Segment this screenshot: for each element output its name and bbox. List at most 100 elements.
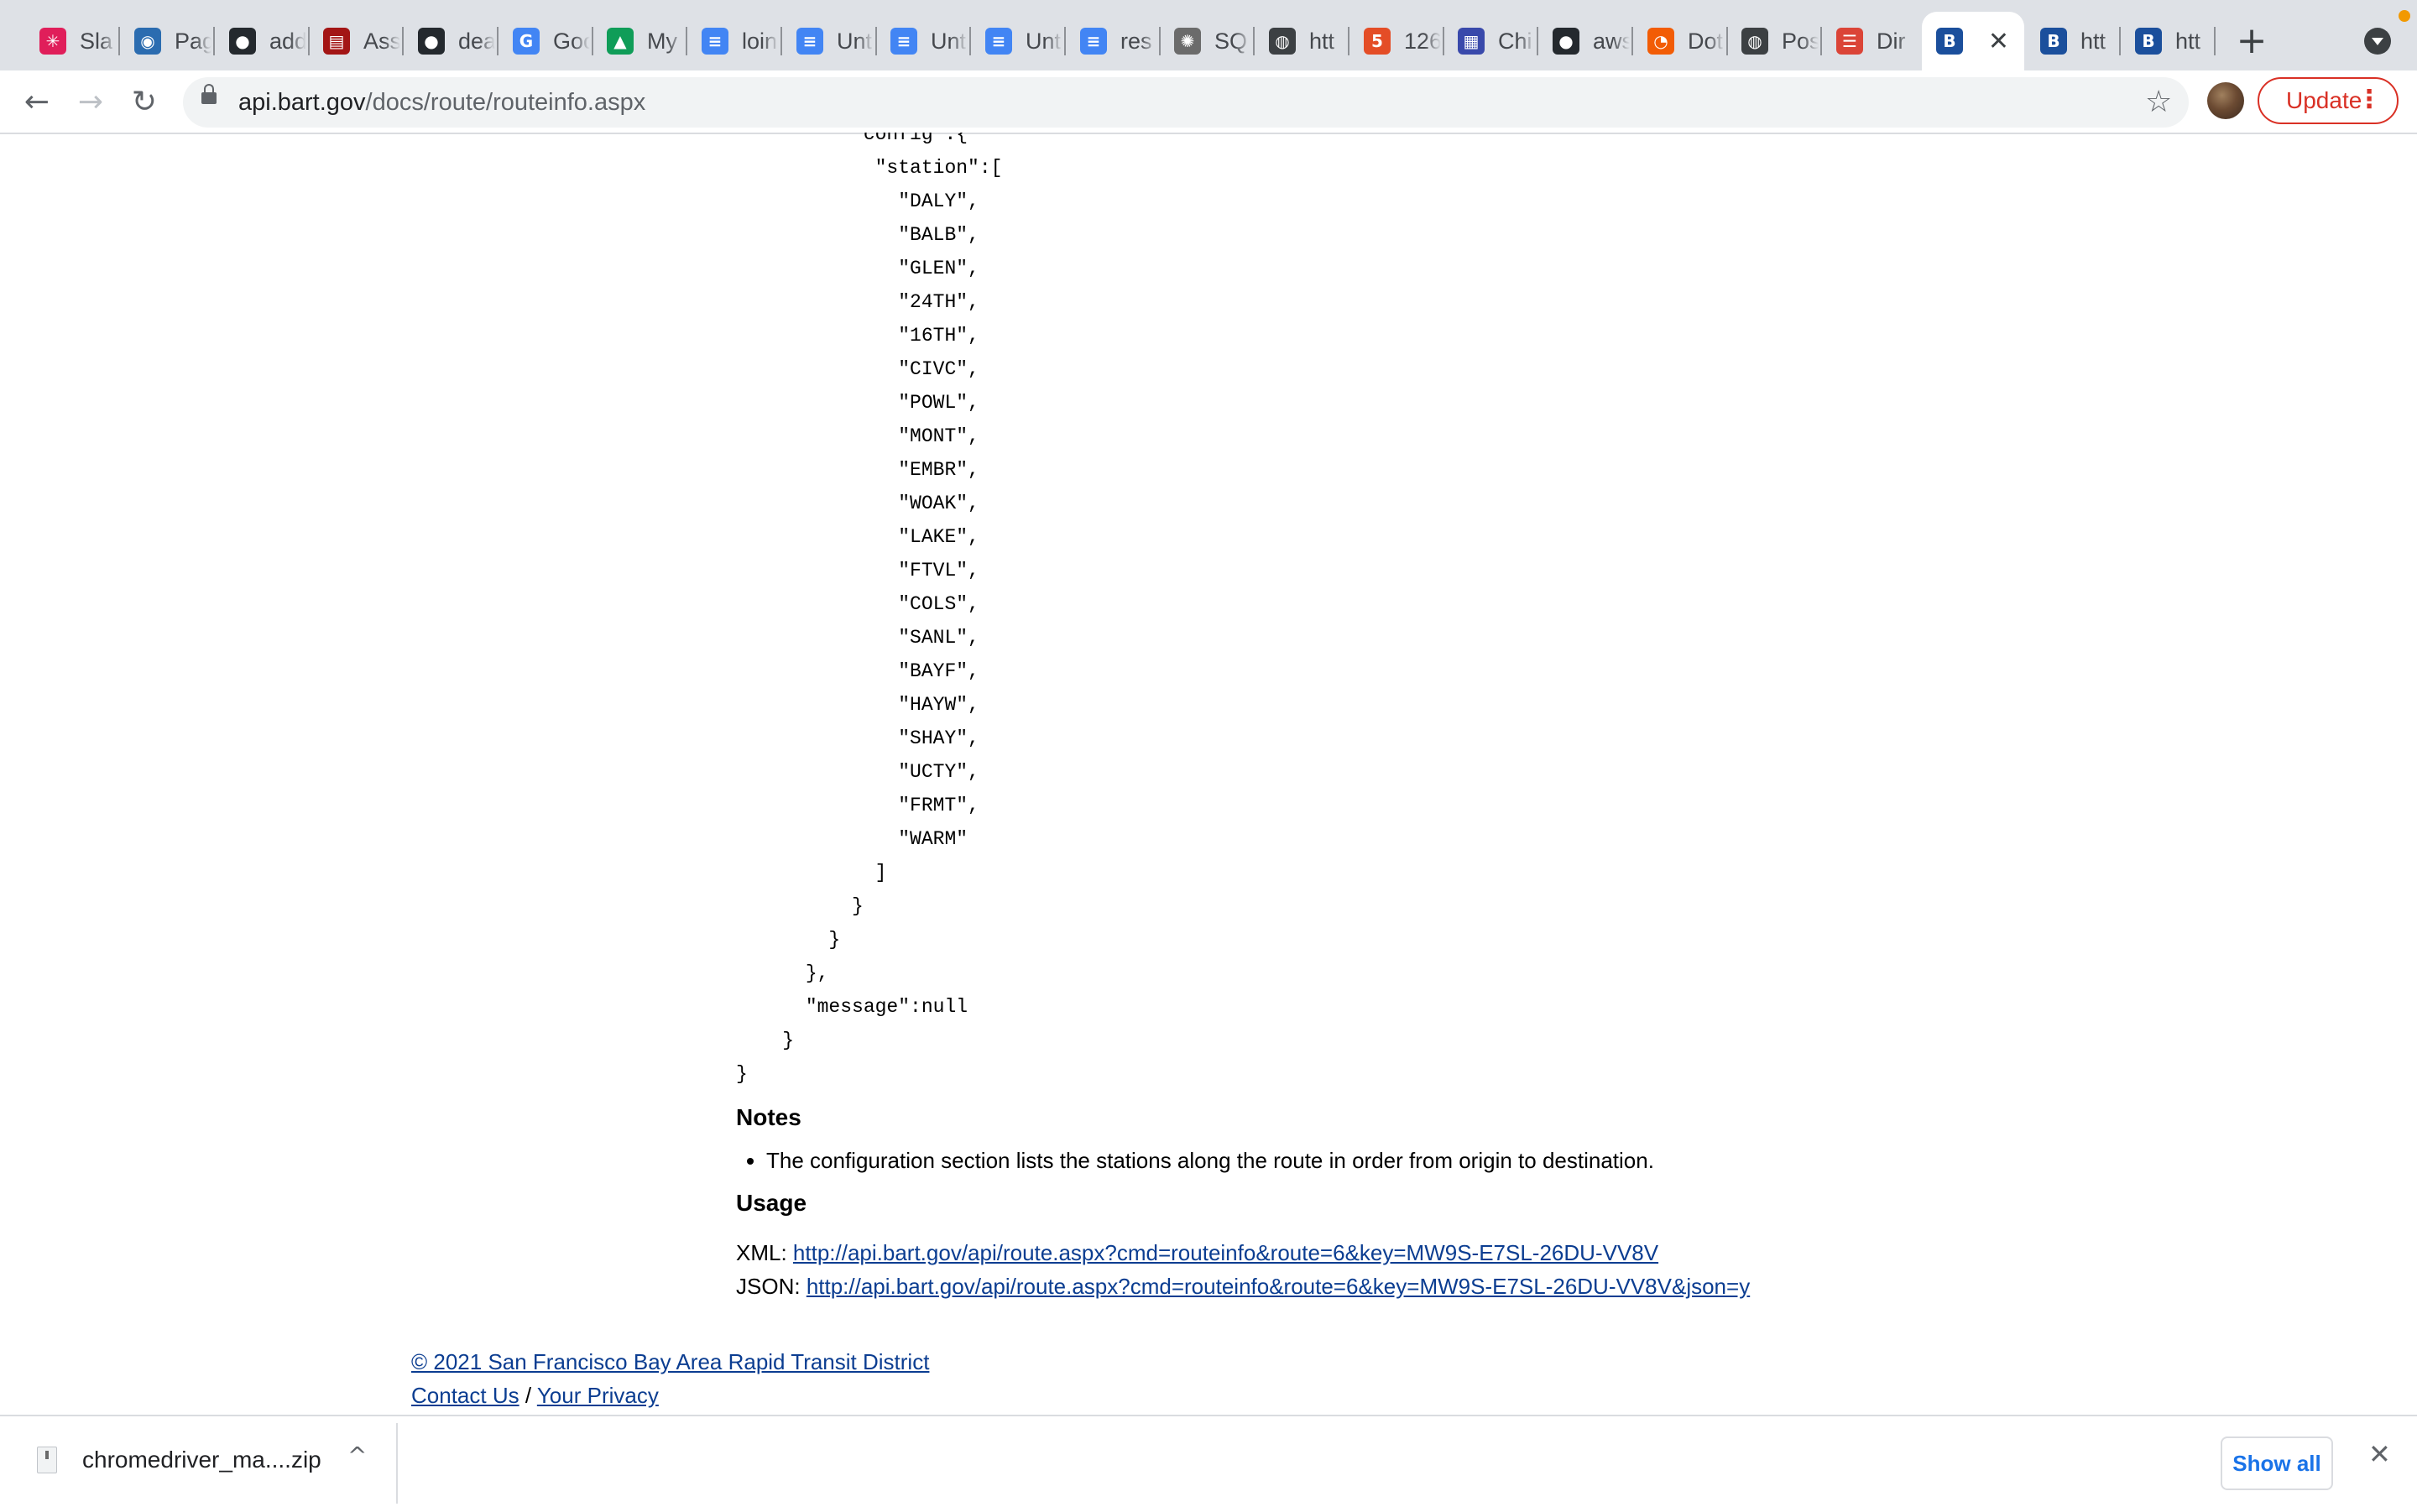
gear-icon: ✺ <box>1174 28 1201 55</box>
tab[interactable]: ▦ Chi <box>1443 13 1538 69</box>
code-line: "SHAY", <box>736 727 979 749</box>
github-icon: ● <box>418 28 445 55</box>
tab-title: My <box>647 28 677 54</box>
bart-icon: B <box>2040 28 2067 55</box>
tab[interactable]: Bhtt <box>2121 13 2216 69</box>
tab-title: dea <box>458 28 495 54</box>
forward-button[interactable]: → <box>70 82 111 123</box>
tab[interactable]: ≡ Unt <box>782 13 877 69</box>
chevron-up-icon[interactable]: ^ <box>347 1442 367 1469</box>
tab[interactable]: Bhtt <box>2026 13 2121 69</box>
tab-title: Pos <box>1782 28 1819 54</box>
tab[interactable]: G Goo <box>499 13 593 69</box>
code-line: "message":null <box>736 996 968 1018</box>
tab[interactable]: ● dea <box>404 13 499 69</box>
menu-dots-icon[interactable]: ⋮ <box>2357 79 2382 121</box>
xml-url-link[interactable]: http://api.bart.gov/api/route.aspx?cmd=r… <box>793 1240 1658 1265</box>
contact-us-link[interactable]: Contact Us <box>411 1383 519 1408</box>
code-line: "WOAK", <box>736 493 979 514</box>
download-filename[interactable]: chromedriver_ma....zip <box>82 1447 321 1473</box>
reload-button[interactable]: ↻ <box>124 82 164 123</box>
google-docs-icon: ≡ <box>796 28 823 55</box>
tab[interactable]: ● add <box>215 13 310 69</box>
code-line: "BAYF", <box>736 660 979 682</box>
code-line: "GLEN", <box>736 258 979 279</box>
download-divider <box>396 1423 398 1504</box>
tab-title: htt <box>1309 28 1335 54</box>
tab-active[interactable]: B ✕ <box>1922 12 2024 70</box>
tab-title: htt <box>2080 28 2106 54</box>
tab-title: SQ <box>1214 28 1248 54</box>
tab[interactable]: ◍ Pos <box>1727 13 1822 69</box>
url-text[interactable]: api.bart.gov/docs/route/routeinfo.aspx <box>238 77 645 128</box>
lock-icon[interactable] <box>201 84 217 104</box>
code-line: } <box>736 895 864 917</box>
your-privacy-link[interactable]: Your Privacy <box>537 1383 659 1408</box>
github-icon: ● <box>229 28 256 55</box>
notes-heading: Notes <box>736 1104 801 1130</box>
code-line: "FRMT", <box>736 795 979 816</box>
tab[interactable]: ● aws <box>1538 13 1633 69</box>
tab[interactable]: ▤ Ass <box>309 13 404 69</box>
github-icon: ● <box>1553 28 1579 55</box>
browser-toolbar: ← → ↻ api.bart.gov/docs/route/routeinfo.… <box>0 70 2417 134</box>
tab[interactable]: ◔ Dot <box>1633 13 1728 69</box>
tab-title: Goo <box>553 28 590 54</box>
address-bar[interactable]: api.bart.gov/docs/route/routeinfo.aspx ☆ <box>183 77 2189 128</box>
code-line: } <box>736 1063 748 1085</box>
profile-avatar[interactable] <box>2207 82 2244 119</box>
tab[interactable]: 5 126 <box>1349 13 1444 69</box>
tab[interactable]: ▲ My <box>593 13 687 69</box>
code-line: "FTVL", <box>736 560 979 581</box>
tab-title: Ass <box>363 28 400 54</box>
notification-dot <box>2399 10 2410 22</box>
update-button[interactable]: Update ⋮ <box>2258 77 2399 124</box>
url-path: /docs/route/routeinfo.aspx <box>365 89 646 116</box>
code-line: "MONT", <box>736 425 979 447</box>
code-line: "SANL", <box>736 627 979 649</box>
code-line: "COLS", <box>736 593 979 615</box>
show-all-button[interactable]: Show all <box>2221 1436 2333 1490</box>
bars-icon: ☰ <box>1836 28 1863 55</box>
tab-search-button[interactable] <box>2364 28 2391 55</box>
tab[interactable]: ✺ SQ <box>1160 13 1255 69</box>
tab-title: Dir <box>1877 28 1906 54</box>
tab[interactable]: ≡ Unt <box>971 13 1066 69</box>
tab-close-icon[interactable]: ✕ <box>1988 27 2009 56</box>
slack-icon: ✳ <box>39 28 66 55</box>
code-line: } <box>736 1030 795 1051</box>
page-content: "config":{ "station":[ "DALY", "BALB", "… <box>0 133 2417 1415</box>
google-docs-icon: ≡ <box>890 28 917 55</box>
tab[interactable]: ≡ res <box>1066 13 1161 69</box>
footer-separator: / <box>525 1383 532 1408</box>
bookmark-star-icon[interactable]: ☆ <box>2145 82 2172 123</box>
copyright-link[interactable]: © 2021 San Francisco Bay Area Rapid Tran… <box>411 1349 929 1374</box>
tab-title: Dot <box>1688 28 1724 54</box>
tab-title: Unt <box>1026 28 1062 54</box>
tab-title: Unt <box>837 28 873 54</box>
tab-title: Sla <box>80 28 113 54</box>
close-shelf-icon[interactable]: ✕ <box>2368 1438 2391 1470</box>
html5-icon: 5 <box>1364 28 1391 55</box>
tab[interactable]: ☰ Dir <box>1822 13 1917 69</box>
tab[interactable]: ≡ loin <box>687 13 782 69</box>
tab[interactable]: ◉ Pag <box>120 13 215 69</box>
new-tab-button[interactable]: + <box>2231 20 2273 62</box>
json-url-link[interactable]: http://api.bart.gov/api/route.aspx?cmd=r… <box>807 1274 1750 1299</box>
google-drive-icon: ▲ <box>607 28 634 55</box>
code-line: ] <box>736 862 887 884</box>
footer-links-line: Contact Us / Your Privacy <box>411 1383 659 1409</box>
code-line: "BALB", <box>736 224 979 246</box>
tab[interactable]: ✳ Sla <box>25 13 120 69</box>
globe-icon: ◍ <box>1269 28 1296 55</box>
tab[interactable]: ≡ Unt <box>876 13 971 69</box>
code-line: "24TH", <box>736 291 979 313</box>
tab-title: htt <box>2175 28 2201 54</box>
json-label: JSON: <box>736 1274 801 1299</box>
tab[interactable]: ◍ htt <box>1255 13 1349 69</box>
tab-title: add <box>269 28 306 54</box>
google-docs-icon: ≡ <box>985 28 1012 55</box>
footer-copyright-line: © 2021 San Francisco Bay Area Rapid Tran… <box>411 1349 929 1375</box>
back-button[interactable]: ← <box>17 82 57 123</box>
xml-label: XML: <box>736 1240 787 1265</box>
